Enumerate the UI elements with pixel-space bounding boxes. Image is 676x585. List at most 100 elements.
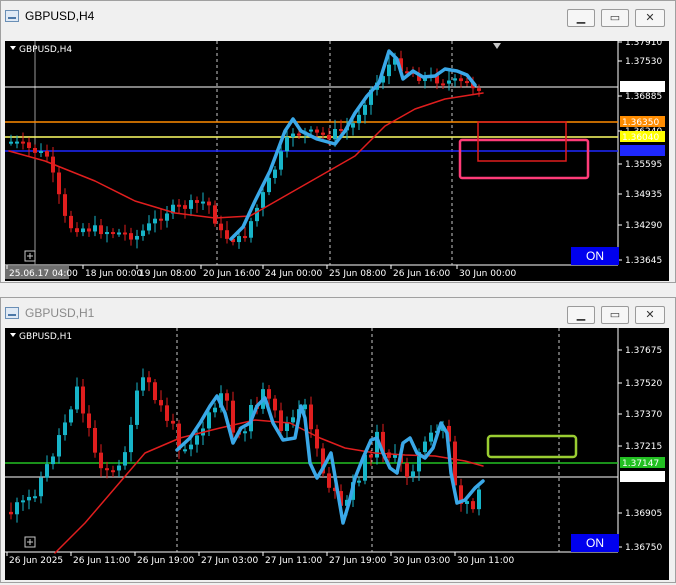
candle-body (333, 129, 337, 140)
close-icon: ✕ (645, 309, 655, 321)
candle-body (165, 405, 169, 421)
candle-body (117, 465, 121, 471)
candle-body (441, 83, 445, 86)
dropdown-arrow-icon (10, 46, 16, 50)
candle-body (135, 390, 139, 425)
candle-body (267, 389, 271, 399)
candle-body (477, 88, 481, 91)
zone-box-green[interactable] (486, 434, 578, 459)
candle-body (249, 221, 253, 238)
candle-body (189, 200, 193, 209)
candle-body (405, 462, 409, 477)
candle-body (357, 114, 361, 124)
candle-body (363, 104, 367, 115)
candle-body (273, 169, 277, 178)
candle-body (33, 148, 37, 153)
candle-body (153, 218, 157, 224)
candle-body (477, 489, 481, 510)
candle-body (15, 141, 19, 144)
time-tick-label: 26 Jun 11:00 (73, 556, 130, 566)
candle-body (69, 215, 73, 229)
candle-body (429, 432, 433, 442)
price-badge-label: 1.37084 (622, 83, 659, 93)
time-tick-label: 30 Jun 00:00 (459, 269, 516, 279)
candle-body (81, 386, 85, 414)
price-tick-label: 1.36905 (625, 509, 662, 519)
close-button[interactable]: ✕ (635, 9, 665, 27)
candle-body (153, 382, 157, 401)
chart-canvas-h4[interactable]: GBPUSD,H41.379101.375301.368851.362401.3… (5, 41, 669, 281)
price-tick-label: 1.36750 (625, 543, 662, 553)
candle-body (39, 477, 43, 497)
candle-body (99, 452, 103, 469)
price-badge-label: 1.37147 (622, 459, 659, 469)
candle-body (321, 132, 325, 135)
candle-body (327, 473, 331, 488)
symbol-label: GBPUSD,H1 (19, 332, 72, 342)
candle-body (225, 230, 229, 239)
candle-body (105, 232, 109, 235)
minimize-button[interactable]: ▁ (567, 306, 595, 324)
candle-body (213, 205, 217, 224)
candle-body (159, 218, 163, 221)
candle-body (309, 404, 313, 430)
price-tick-label: 1.35595 (625, 160, 662, 170)
close-button[interactable]: ✕ (635, 306, 665, 324)
time-tick-label: 26 Jun 19:00 (137, 556, 194, 566)
candle-body (291, 417, 295, 423)
candle-body (33, 496, 37, 499)
window-titlebar[interactable]: GBPUSD,H4 ▁ ▭ ✕ (1, 1, 675, 31)
maximize-button[interactable]: ▭ (601, 306, 629, 324)
time-tick-label: 18 Jun 00:00 (85, 269, 142, 279)
price-badge-blue (620, 145, 665, 156)
price-chart-h1[interactable]: GBPUSD,H1 1.37675 1.37520 1.37370 1.37215 1.3… (5, 328, 669, 580)
minimize-icon: ▁ (576, 12, 586, 24)
chart-window-icon (5, 10, 19, 22)
price-badge-label: 1.37084 (622, 473, 659, 483)
candle-body (123, 232, 127, 235)
candle-body (237, 236, 241, 243)
candle-body (273, 398, 277, 411)
zone-box-pink[interactable] (458, 138, 590, 180)
close-icon: ✕ (645, 12, 655, 24)
price-tick-label: 1.37530 (625, 57, 662, 67)
window-titlebar[interactable]: GBPUSD,H1 ▁ ▭ ✕ (1, 298, 675, 328)
candle-body (195, 200, 199, 203)
minimize-icon: ▁ (576, 309, 586, 321)
price-tick-label: 1.37370 (625, 410, 662, 420)
minimize-button[interactable]: ▁ (567, 9, 595, 27)
candle-body (213, 407, 217, 413)
candle-body (315, 429, 319, 449)
candle-body (291, 133, 295, 138)
candle-body (159, 400, 163, 406)
candle-body (21, 141, 25, 144)
candle-body (465, 81, 469, 84)
candle-body (267, 177, 271, 193)
candle-body (261, 192, 265, 208)
maximize-icon: ▭ (609, 309, 621, 321)
on-button[interactable]: ON (571, 534, 619, 552)
candle-body (15, 502, 19, 515)
candle-body (75, 228, 79, 233)
candle-body (63, 194, 67, 216)
maximize-button[interactable]: ▭ (601, 9, 629, 27)
chart-shift-icon (493, 43, 501, 49)
candle-body (111, 470, 115, 473)
candle-body (285, 137, 289, 152)
chart-window-h4[interactable]: GBPUSD,H4 ▁ ▭ ✕ GBPUSD,H4 1.37910 1.37530 1… (0, 0, 676, 283)
candle-body (147, 223, 151, 231)
zone-box-red[interactable] (477, 121, 567, 162)
chart-window-h1[interactable]: GBPUSD,H1 ▁ ▭ ✕ GBPUSD,H1 1.37675 1.37520 1… (0, 297, 676, 583)
candle-body (87, 413, 91, 428)
on-button[interactable]: ON (571, 247, 619, 265)
price-chart-h4[interactable]: GBPUSD,H41.379101.375301.368851.362401.3… (5, 41, 669, 281)
drawn-trace-line (175, 394, 485, 525)
price-tick-label: 1.37910 (625, 41, 662, 48)
time-tick-label: 30 Jun 03:00 (393, 556, 450, 566)
time-tick-label: 26 Jun 16:00 (393, 269, 450, 279)
chart-canvas-h1[interactable]: GBPUSD,H1 1.37675 1.37520 1.37370 1.37215 1.3… (5, 328, 669, 580)
time-tick-label: 19 Jun 08:00 (139, 269, 196, 279)
candle-body (231, 400, 235, 433)
candle-body (447, 80, 451, 84)
candle-body (243, 431, 247, 434)
